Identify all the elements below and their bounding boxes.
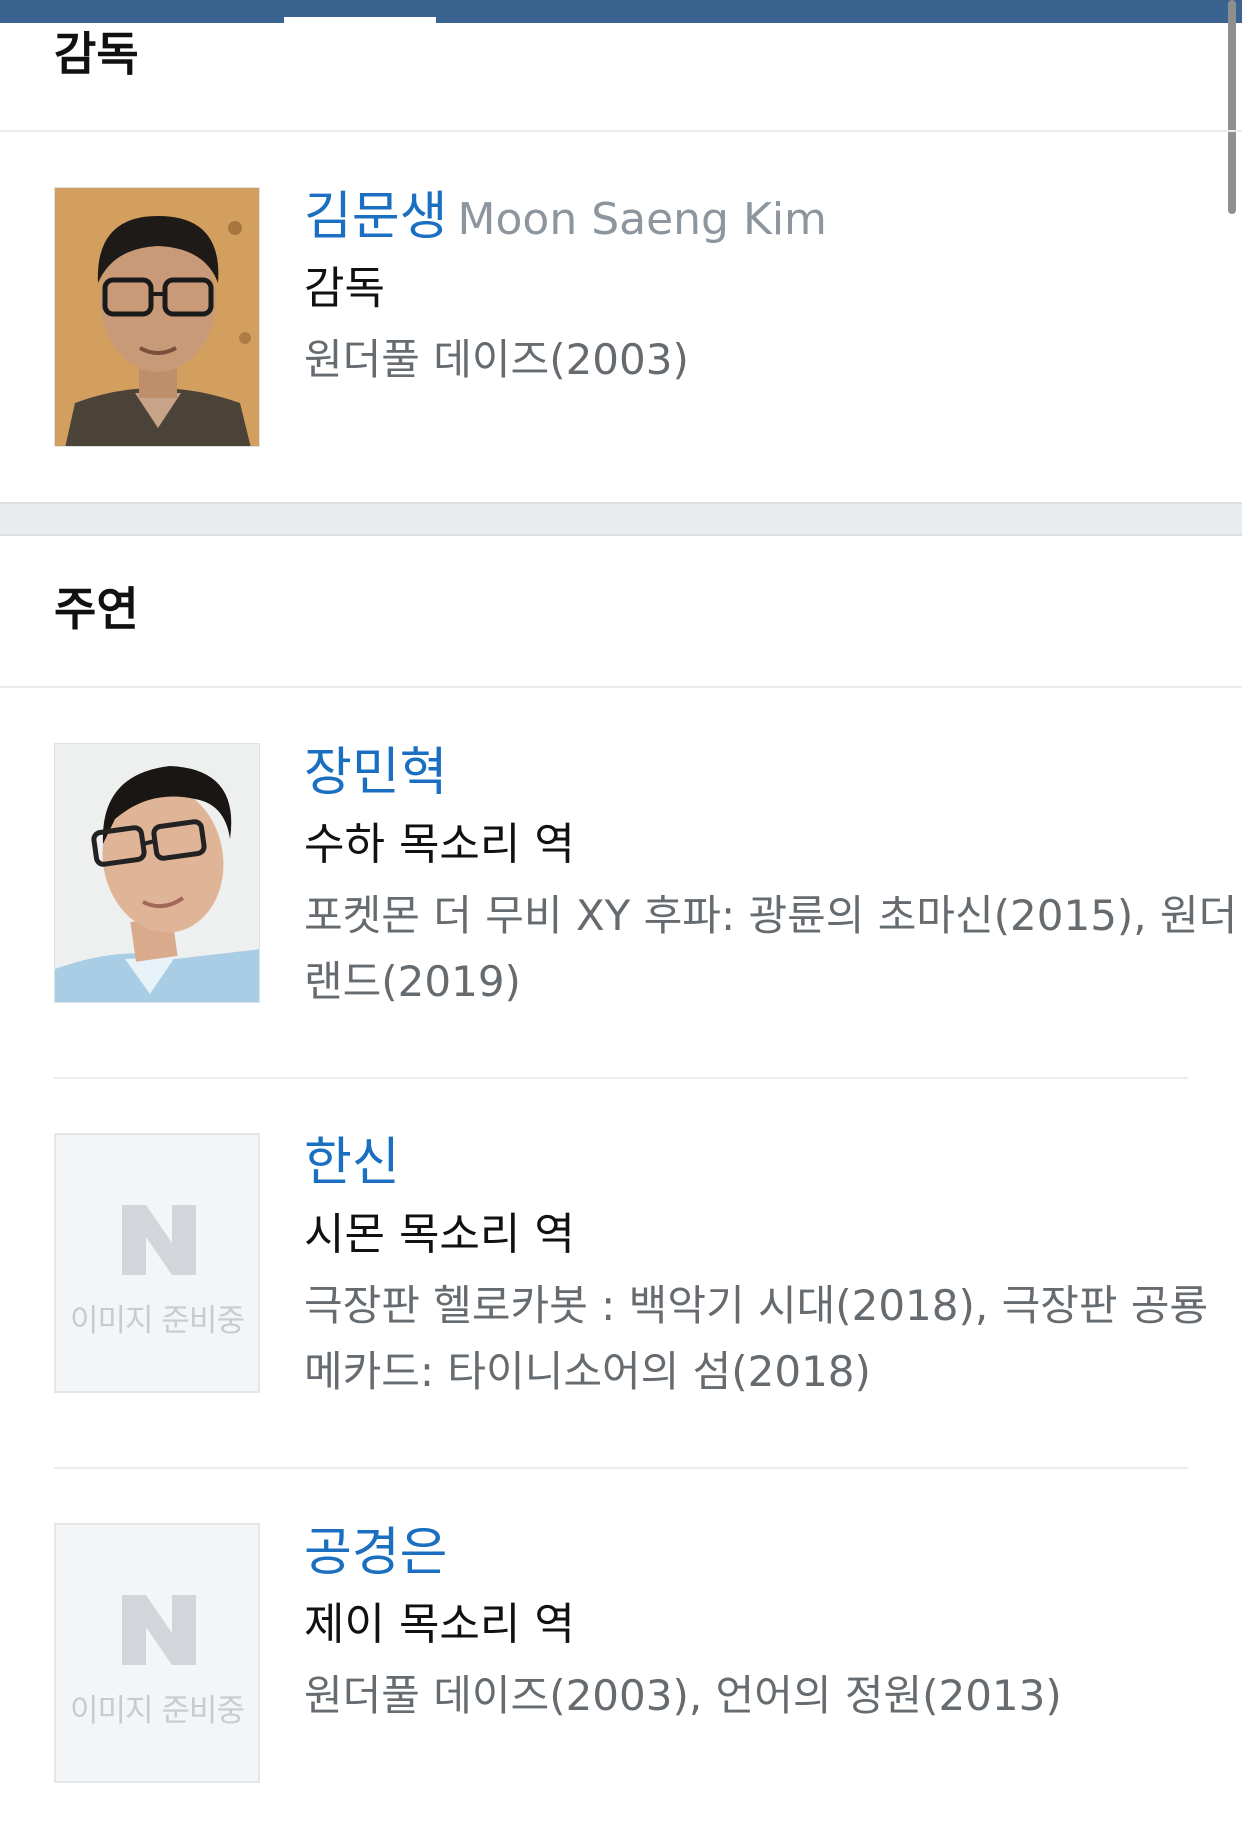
cast-photo-placeholder[interactable]: 이미지 준비중 <box>54 1523 260 1783</box>
section-separator-band <box>0 502 1242 536</box>
cast-name-link[interactable]: 장민혁 <box>304 743 448 803</box>
cast-section-title: 주연 <box>54 582 139 636</box>
naver-n-logo-icon <box>122 1205 196 1275</box>
cast-info: 장민혁 수하 목소리 역 포켓몬 더 무비 XY 후파: 광륜의 초마신(201… <box>304 743 1242 1015</box>
cast-name-link[interactable]: 공경은 <box>304 1523 448 1583</box>
director-role: 감독 <box>304 263 385 314</box>
cast-photo-placeholder[interactable]: 이미지 준비중 <box>54 1133 260 1393</box>
top-tab-bar <box>0 0 1242 23</box>
director-name-link[interactable]: 김문생 <box>304 187 448 247</box>
cast-photo[interactable] <box>54 743 260 1003</box>
director-portrait-image <box>55 188 259 446</box>
cast-info: 한신 시몬 목소리 역 극장판 헬로카봇 : 백악기 시대(2018), 극장판… <box>304 1133 1242 1405</box>
cast-portrait-image <box>55 744 259 1002</box>
cast-role: 제이 목소리 역 <box>304 1599 575 1650</box>
placeholder-text: 이미지 준비중 <box>70 1693 245 1729</box>
cast-works: 원더풀 데이즈(2003), 언어의 정원(2013) <box>304 1671 1062 1720</box>
cast-name-link[interactable]: 한신 <box>304 1133 400 1193</box>
naver-n-logo-icon <box>122 1595 196 1665</box>
director-section-title: 감독 <box>54 27 139 81</box>
cast-works: 극장판 헬로카봇 : 백악기 시대(2018), 극장판 공룡메카드: 타이니소… <box>304 1281 1209 1396</box>
cast-works: 포켓몬 더 무비 XY 후파: 광륜의 초마신(2015), 원더랜드(2019… <box>304 891 1238 1006</box>
director-info: 김문생 Moon Saeng Kim 감독 원더풀 데이즈(2003) <box>304 187 1242 393</box>
section-divider <box>0 130 1242 132</box>
cast-role: 시몬 목소리 역 <box>304 1209 575 1260</box>
director-photo[interactable] <box>54 187 260 447</box>
row-divider <box>54 1467 1188 1469</box>
cast-role: 수하 목소리 역 <box>304 819 575 870</box>
director-works: 원더풀 데이즈(2003) <box>304 335 689 384</box>
cast-info: 공경은 제이 목소리 역 원더풀 데이즈(2003), 언어의 정원(2013) <box>304 1523 1242 1729</box>
section-divider <box>0 686 1242 688</box>
scrollbar[interactable] <box>1228 0 1236 214</box>
placeholder-text: 이미지 준비중 <box>70 1303 245 1339</box>
director-english-name: Moon Saeng Kim <box>457 194 827 245</box>
row-divider <box>54 1077 1188 1079</box>
active-tab-indicator <box>284 17 436 23</box>
